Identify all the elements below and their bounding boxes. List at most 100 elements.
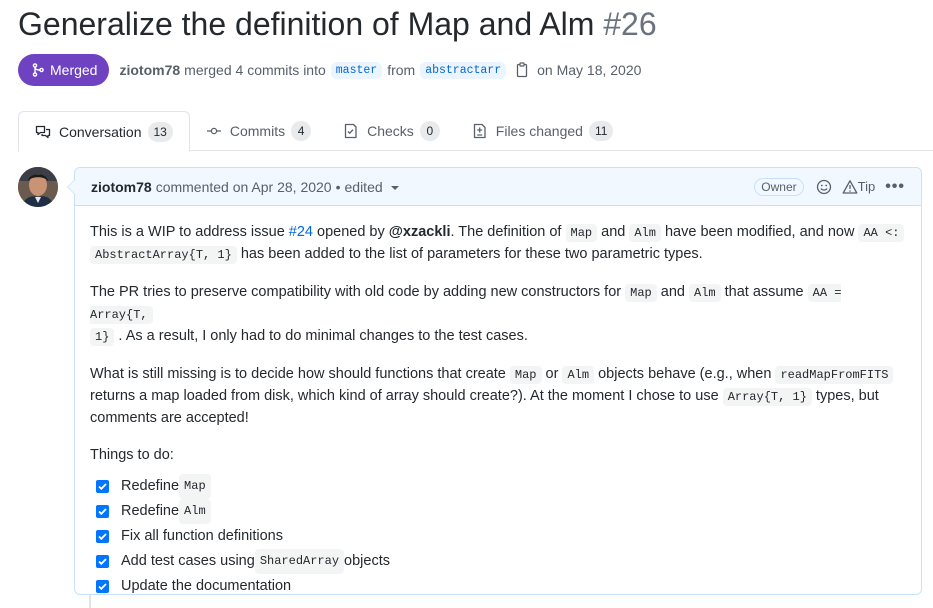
task-list: Redefine Map Redefine Alm Fix all functi… — [90, 474, 906, 599]
comment-header: ziotom78 commented on Apr 28, 2020 • edi… — [75, 168, 921, 206]
file-diff-icon — [473, 123, 486, 139]
comment-body: This is a WIP to address issue #24 opene… — [75, 206, 921, 608]
inline-code: Map — [625, 284, 657, 302]
text: . As a result, I only had to do minimal … — [114, 328, 528, 344]
inline-code: Alm — [629, 224, 661, 242]
task-text: Redefine — [121, 478, 180, 494]
edited-dropdown[interactable]: edited — [345, 179, 399, 195]
chevron-down-icon — [390, 185, 399, 190]
inline-code: Alm — [562, 366, 595, 384]
tab-commits[interactable]: Commits 4 — [190, 111, 327, 151]
task-text-after: objects — [344, 553, 390, 569]
comment-header-actions: Owner Tip ••• — [754, 177, 905, 196]
tab-files-changed[interactable]: Files changed 11 — [456, 111, 630, 151]
task-checkbox[interactable] — [96, 580, 109, 593]
task-item: Update the documentation — [90, 574, 906, 599]
avatar[interactable] — [18, 167, 58, 207]
inline-code: Map — [509, 366, 542, 384]
task-checkbox[interactable] — [96, 480, 109, 493]
task-item: Fix all function definitions — [90, 524, 906, 549]
task-item: Add test cases using SharedArray objects — [90, 549, 906, 574]
tab-checks-label: Checks — [367, 123, 414, 139]
text: and — [597, 224, 630, 240]
timeline-line — [89, 595, 91, 608]
comment-box: ziotom78 commented on Apr 28, 2020 • edi… — [67, 167, 922, 595]
tab-files-changed-label: Files changed — [495, 123, 583, 139]
tab-conversation-count: 13 — [147, 121, 173, 142]
text: . The definition of — [450, 224, 566, 240]
task-checkbox[interactable] — [96, 555, 109, 568]
inline-code: SharedArray — [254, 549, 345, 574]
inline-code: Array{T, 1} — [722, 388, 812, 406]
text: that assume — [720, 284, 808, 300]
comment-discussion-icon — [35, 125, 51, 138]
text: or — [541, 366, 563, 382]
tab-commits-label: Commits — [229, 123, 286, 139]
pr-meta: Merged ziotom78 merged 4 commits into ma… — [18, 54, 641, 86]
tab-conversation-label: Conversation — [59, 123, 142, 140]
pr-tabs: Conversation 13 Commits 4 Checks 0 Files… — [18, 111, 933, 152]
paragraph-2: The PR tries to preserve compatibility w… — [90, 282, 906, 348]
base-branch[interactable]: master — [330, 61, 383, 79]
smiley-icon[interactable] — [816, 179, 832, 195]
tab-checks-count: 0 — [419, 121, 440, 141]
inline-code: Alm — [689, 284, 721, 302]
owner-badge: Owner — [754, 177, 804, 196]
text: has been added to the list of parameters… — [236, 246, 703, 262]
inline-code: AbstractArray{T, 1} — [90, 246, 237, 264]
inline-code: Map — [565, 224, 598, 242]
edited-label: edited — [344, 178, 383, 195]
alert-icon — [842, 179, 858, 194]
inline-code: Alm — [179, 499, 211, 524]
comment-separator: • — [335, 178, 341, 195]
task-text: Update the documentation — [121, 578, 292, 594]
task-text: Redefine — [121, 503, 180, 519]
git-commit-icon — [206, 127, 221, 135]
tip-label: Tip — [857, 179, 876, 194]
tab-commits-count: 4 — [291, 121, 312, 141]
merged-state-badge: Merged — [18, 54, 110, 86]
tip-button[interactable]: Tip — [842, 179, 876, 195]
text: opened by — [312, 224, 389, 240]
tab-conversation[interactable]: Conversation 13 — [18, 111, 190, 152]
pr-author-link[interactable]: ziotom78 — [119, 62, 180, 78]
task-checkbox[interactable] — [96, 505, 109, 518]
tab-checks[interactable]: Checks 0 — [327, 111, 456, 151]
text: and — [656, 284, 689, 300]
merge-date: on May 18, 2020 — [537, 62, 642, 78]
text: The PR tries to preserve compatibility w… — [90, 284, 626, 300]
task-item: Redefine Alm — [90, 499, 906, 524]
copy-icon[interactable] — [515, 62, 529, 78]
task-checkbox[interactable] — [96, 530, 109, 543]
text: This is a WIP to address issue — [90, 224, 289, 240]
paragraph-4: Things to do: — [90, 447, 174, 463]
comment-action-text[interactable]: commented on Apr 28, 2020 — [156, 179, 332, 195]
kebab-icon[interactable]: ••• — [885, 178, 905, 196]
head-branch[interactable]: abstractarr — [420, 61, 507, 79]
text: returns a map loaded from disk, which ki… — [90, 388, 723, 404]
merged-state-label: Merged — [50, 62, 98, 78]
paragraph-3: What is still missing is to decide how s… — [90, 364, 906, 429]
merged-text: merged 4 commits into — [184, 62, 326, 78]
text: objects behave (e.g., when — [594, 366, 776, 382]
tab-files-changed-count: 11 — [588, 121, 614, 141]
pr-number: #26 — [603, 6, 657, 42]
inline-code: readMapFromFITS — [775, 366, 894, 384]
inline-code: 1} — [90, 328, 115, 346]
issue-link[interactable]: #24 — [289, 224, 313, 240]
text: What is still missing is to decide how s… — [90, 366, 510, 382]
task-item: Redefine Map — [90, 474, 906, 499]
paragraph-1: This is a WIP to address issue #24 opene… — [90, 222, 906, 266]
comment-author-link[interactable]: ziotom78 — [91, 179, 152, 195]
checklist-icon — [344, 123, 357, 139]
pr-title: Generalize the definition of Map and Alm… — [18, 6, 657, 43]
task-text: Add test cases using — [121, 553, 255, 569]
git-merge-icon — [32, 63, 44, 77]
text: have been modified, and now — [660, 224, 859, 240]
inline-code: AA <: — [858, 224, 905, 242]
pr-title-text: Generalize the definition of Map and Alm — [18, 6, 595, 42]
from-text: from — [387, 62, 416, 78]
inline-code: Map — [179, 474, 211, 499]
user-mention[interactable]: @xzackli — [389, 224, 451, 240]
task-text: Fix all function definitions — [121, 528, 283, 544]
